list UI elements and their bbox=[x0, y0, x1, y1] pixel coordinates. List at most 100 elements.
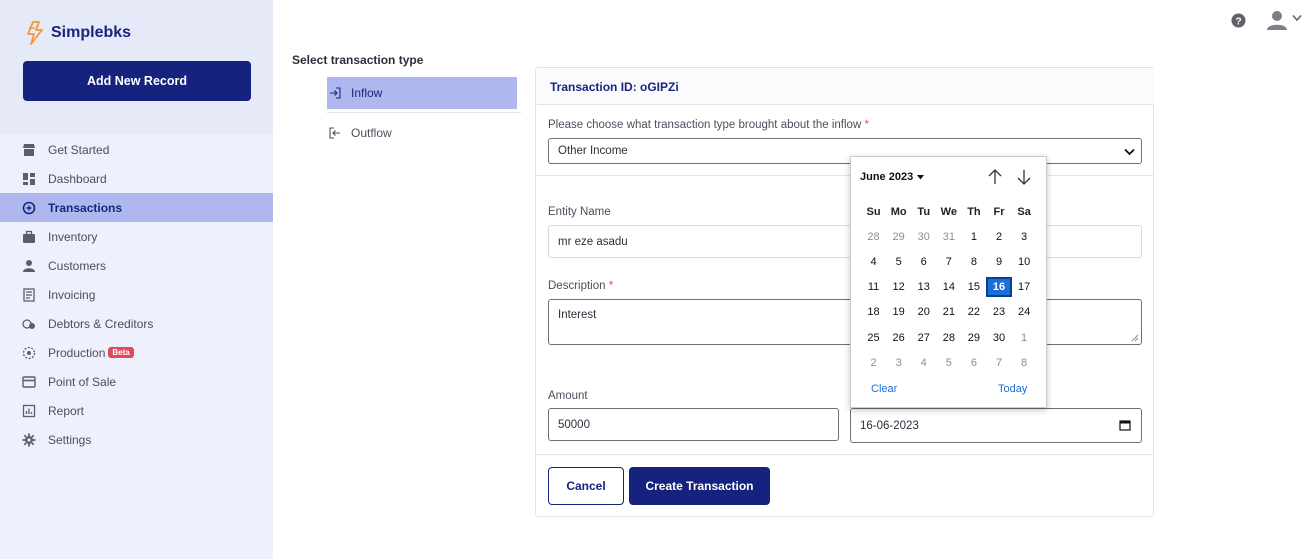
calendar-day[interactable]: 2 bbox=[986, 227, 1011, 247]
sidebar-item-settings[interactable]: Settings bbox=[0, 425, 273, 454]
calendar-icon[interactable] bbox=[1119, 419, 1131, 431]
card-header: Transaction ID: oGIPZi bbox=[537, 69, 1154, 105]
user-icon[interactable] bbox=[1266, 9, 1288, 31]
month-year-label: June 2023 bbox=[860, 171, 914, 183]
sign-out-icon bbox=[329, 127, 340, 139]
entity-name-label: Entity Name bbox=[548, 206, 611, 218]
calendar-week-row: 2345678 bbox=[861, 350, 1041, 375]
calendar-day[interactable]: 17 bbox=[1012, 277, 1037, 297]
calendar-day[interactable]: 27 bbox=[911, 328, 936, 348]
app-logo[interactable]: Simplebks bbox=[25, 21, 131, 45]
card-icon bbox=[22, 375, 36, 389]
person-icon bbox=[22, 259, 36, 273]
calendar-day[interactable]: 4 bbox=[911, 353, 936, 373]
calendar-day[interactable]: 13 bbox=[911, 277, 936, 297]
calendar-day[interactable]: 29 bbox=[886, 227, 911, 247]
arrow-down-icon[interactable] bbox=[1016, 168, 1032, 186]
date-input[interactable]: 16-06-2023 bbox=[850, 408, 1142, 443]
sidebar-item-production[interactable]: Production Beta bbox=[0, 338, 273, 367]
weekday-header-row: Su Mo Tu We Th Fr Sa bbox=[861, 199, 1041, 224]
calendar-day[interactable]: 30 bbox=[986, 328, 1011, 348]
calendar-week-row: 4 5 6 7 8 9 10 bbox=[861, 249, 1041, 274]
calendar-week-row: 28 29 30 31 1 2 3 bbox=[861, 224, 1041, 249]
arrow-up-icon[interactable] bbox=[987, 168, 1003, 186]
weekday-label: Th bbox=[967, 205, 981, 218]
calendar-day[interactable]: 26 bbox=[886, 328, 911, 348]
tab-inflow[interactable]: Inflow bbox=[327, 77, 517, 109]
cancel-button[interactable]: Cancel bbox=[548, 467, 624, 505]
calendar-day[interactable]: 30 bbox=[911, 227, 936, 247]
transaction-type-question: Please choose what transaction type brou… bbox=[548, 119, 869, 131]
calendar-day[interactable]: 1 bbox=[961, 227, 986, 247]
amount-value: 50000 bbox=[558, 418, 590, 431]
sidebar-item-inventory[interactable]: Inventory bbox=[0, 222, 273, 251]
sidebar-item-transactions[interactable]: Transactions bbox=[0, 193, 273, 222]
debtors-icon bbox=[22, 317, 36, 331]
resize-handle-icon[interactable] bbox=[1131, 334, 1139, 342]
sidebar-item-label: Get Started bbox=[48, 142, 110, 157]
sidebar-item-invoicing[interactable]: Invoicing bbox=[0, 280, 273, 309]
calendar-day[interactable]: 20 bbox=[911, 302, 936, 322]
sidebar-item-dashboard[interactable]: Dashboard bbox=[0, 164, 273, 193]
calendar-day[interactable]: 29 bbox=[961, 328, 986, 348]
calendar-day[interactable]: 28 bbox=[936, 328, 961, 348]
calendar-day[interactable]: 2 bbox=[861, 353, 886, 373]
entity-name-input[interactable]: mr eze asadu bbox=[548, 225, 1142, 258]
calendar-grid: Su Mo Tu We Th Fr Sa 28 29 30 31 1 2 3 4 5 6 7 8 9 10 11 12 13 1… bbox=[861, 199, 1041, 375]
calendar-day[interactable]: 1 bbox=[1012, 328, 1037, 348]
description-value: Interest bbox=[558, 309, 597, 321]
transaction-type-select[interactable]: Other Income bbox=[548, 138, 1142, 164]
sidebar-item-debtors-creditors[interactable]: Debtors & Creditors bbox=[0, 309, 273, 338]
calendar-day[interactable]: 8 bbox=[1012, 353, 1037, 373]
sidebar-item-point-of-sale[interactable]: Point of Sale bbox=[0, 367, 273, 396]
sidebar-item-label: Settings bbox=[48, 432, 92, 447]
calendar-day[interactable]: 18 bbox=[861, 302, 886, 322]
svg-text:?: ? bbox=[1235, 16, 1241, 27]
calendar-day[interactable]: 15 bbox=[961, 277, 986, 297]
help-icon[interactable]: ? bbox=[1231, 13, 1246, 28]
calendar-day[interactable]: 10 bbox=[1012, 252, 1037, 272]
weekday-label: We bbox=[940, 205, 957, 218]
calendar-day[interactable]: 7 bbox=[936, 252, 961, 272]
month-year-selector[interactable]: June 2023 bbox=[860, 171, 925, 183]
calendar-day[interactable]: 8 bbox=[961, 252, 986, 272]
calendar-day[interactable]: 21 bbox=[936, 302, 961, 322]
caret-down-icon bbox=[917, 174, 925, 179]
calendar-day[interactable]: 24 bbox=[1012, 302, 1037, 322]
calendar-day[interactable]: 12 bbox=[886, 277, 911, 297]
clear-link[interactable]: Clear bbox=[871, 383, 897, 395]
create-transaction-button[interactable]: Create Transaction bbox=[629, 467, 770, 505]
calendar-day[interactable]: 11 bbox=[861, 277, 886, 297]
calendar-day[interactable]: 5 bbox=[886, 252, 911, 272]
date-value: 16-06-2023 bbox=[860, 419, 919, 432]
briefcase-icon bbox=[22, 230, 36, 244]
amount-input[interactable]: 50000 bbox=[548, 408, 839, 441]
calendar-day[interactable]: 31 bbox=[936, 227, 961, 247]
today-link[interactable]: Today bbox=[998, 383, 1027, 395]
divider bbox=[327, 112, 521, 113]
sidebar-item-get-started[interactable]: Get Started bbox=[0, 135, 273, 164]
calendar-day[interactable]: 7 bbox=[986, 353, 1011, 373]
add-new-record-button[interactable]: Add New Record bbox=[23, 61, 251, 101]
calendar-day[interactable]: 6 bbox=[961, 353, 986, 373]
chevron-down-icon[interactable] bbox=[1292, 14, 1302, 22]
calendar-day[interactable]: 22 bbox=[961, 302, 986, 322]
chevron-down-icon bbox=[1124, 148, 1135, 156]
calendar-day[interactable]: 25 bbox=[861, 328, 886, 348]
tab-outflow[interactable]: Outflow bbox=[327, 117, 517, 149]
calendar-day[interactable]: 6 bbox=[911, 252, 936, 272]
calendar-day[interactable]: 19 bbox=[886, 302, 911, 322]
calendar-day[interactable]: 9 bbox=[986, 252, 1011, 272]
calendar-day[interactable]: 28 bbox=[861, 227, 886, 247]
description-textarea[interactable]: Interest bbox=[548, 299, 1142, 345]
calendar-day[interactable]: 3 bbox=[886, 353, 911, 373]
calendar-day[interactable]: 14 bbox=[936, 277, 961, 297]
sidebar-item-report[interactable]: Report bbox=[0, 396, 273, 425]
calendar-day[interactable]: 4 bbox=[861, 252, 886, 272]
sidebar-item-customers[interactable]: Customers bbox=[0, 251, 273, 280]
calendar-day[interactable]: 5 bbox=[936, 353, 961, 373]
calendar-day[interactable]: 23 bbox=[986, 302, 1011, 322]
selected-day[interactable]: 16 bbox=[986, 277, 1012, 298]
calendar-day[interactable]: 3 bbox=[1012, 227, 1037, 247]
weekday-label: Mo bbox=[890, 205, 907, 218]
